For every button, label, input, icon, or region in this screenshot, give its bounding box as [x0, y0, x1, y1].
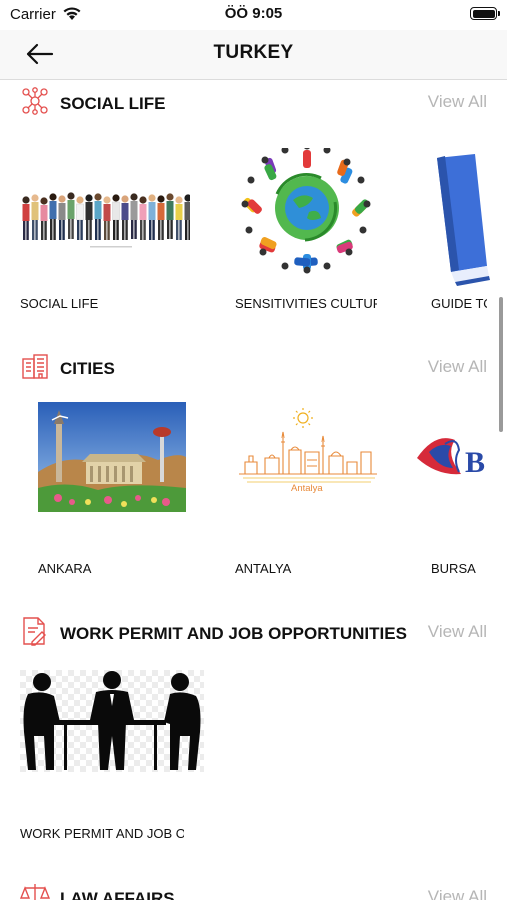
card-label: ANKARA — [38, 561, 92, 576]
card-work-permit[interactable]: WORK PERMIT AND JOB OPPORTUNITIES — [20, 638, 204, 841]
battery-icon — [470, 7, 500, 20]
blue-book-image — [431, 148, 507, 288]
card-label: BURSA — [431, 561, 476, 576]
status-bar: Carrier ÖÖ 9:05 — [0, 0, 507, 30]
card-label: WORK PERMIT AND JOB OPPORTUNITIES — [20, 826, 184, 841]
view-all-button[interactable]: View All — [428, 622, 487, 642]
content-scroll[interactable]: SOCIAL LIFE View All SOCIAL LIFE SENSITI… — [0, 80, 507, 900]
section-title: LAW AFFAIRS — [60, 889, 175, 900]
card-label: ANTALYA — [235, 561, 292, 576]
section-cities: CITIES View All ANKARA Antalya ANTALYA B… — [0, 351, 507, 591]
view-all-button[interactable]: View All — [428, 887, 487, 900]
antalya-image-text: Antalya — [291, 483, 323, 494]
card-label: GUIDE TO — [431, 296, 487, 311]
meeting-silhouettes-image — [20, 670, 204, 772]
scroll-indicator[interactable] — [499, 297, 503, 432]
page-title: TURKEY — [213, 42, 294, 63]
scales-icon — [20, 884, 50, 900]
card-ankara[interactable]: ANKARA — [38, 373, 188, 576]
globe-with-people-image — [235, 148, 405, 288]
crowd-of-people-image — [20, 148, 190, 288]
antalya-skyline-image: Antalya — [235, 402, 381, 512]
section-work-permit: WORK PERMIT AND JOB OPPORTUNITIES View A… — [0, 616, 507, 876]
card-guide[interactable]: GUIDE TO — [431, 108, 507, 311]
card-bursa[interactable]: B BURSA — [415, 373, 507, 576]
bursa-logo-image: B — [415, 402, 507, 512]
ankara-landmarks-image — [38, 402, 186, 512]
card-label: SOCIAL LIFE — [20, 296, 99, 311]
navigation-bar: TURKEY — [0, 30, 507, 80]
bursa-image-text: B — [465, 446, 485, 479]
status-time: ÖÖ 9:05 — [224, 5, 283, 22]
card-label: SENSITIVITIES CULTURE — [235, 296, 377, 311]
section-law-affairs: LAW AFFAIRS View All — [0, 881, 507, 900]
card-social-life[interactable]: SOCIAL LIFE — [20, 108, 190, 311]
section-social-life: SOCIAL LIFE View All SOCIAL LIFE SENSITI… — [0, 86, 507, 326]
card-antalya[interactable]: Antalya ANTALYA — [235, 373, 405, 576]
card-sensitivities[interactable]: SENSITIVITIES CULTURE — [235, 108, 405, 311]
